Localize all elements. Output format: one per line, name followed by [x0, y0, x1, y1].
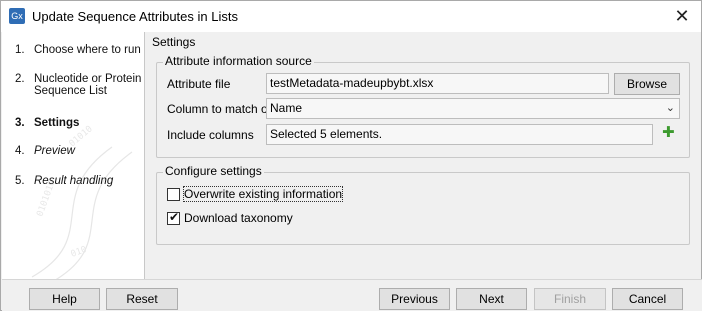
close-icon[interactable]: ✕ — [671, 6, 693, 26]
finish-button: Finish — [534, 288, 606, 310]
settings-panel: Settings Attribute information source At… — [146, 32, 700, 279]
configure-settings-group: Configure settings Overwrite existing in… — [156, 164, 690, 245]
help-button[interactable]: Help — [29, 288, 100, 310]
column-match-select[interactable]: Name ⌄ — [266, 98, 680, 119]
step-settings[interactable]: 3. Settings — [15, 117, 144, 129]
section-label: Settings — [152, 35, 196, 49]
column-match-label: Column to match on — [167, 102, 275, 116]
step-choose-where[interactable]: 1. Choose where to run — [15, 44, 144, 56]
column-match-value: Name — [270, 101, 303, 115]
attribute-file-field[interactable]: testMetadata-madeupbybt.xlsx — [266, 73, 609, 94]
attribute-source-group: Attribute information source Attribute f… — [156, 54, 690, 158]
overwrite-label[interactable]: Overwrite existing information — [182, 186, 344, 202]
window-title: Update Sequence Attributes in Lists — [32, 9, 238, 24]
step-preview[interactable]: 4. Preview — [15, 145, 144, 157]
download-taxonomy-checkbox[interactable]: ✔ — [167, 210, 180, 225]
attribute-file-label: Attribute file — [167, 77, 231, 91]
step-sequence-list[interactable]: 2. Nucleotide or Protein Sequence List — [15, 73, 144, 97]
previous-button[interactable]: Previous — [379, 288, 450, 310]
dna-watermark-icon: 01010 0101010 010 — [31, 124, 133, 279]
wizard-steps-panel: 01010 0101010 010 1. Choose where to run … — [2, 32, 145, 279]
add-icon[interactable]: ✚ — [662, 123, 675, 141]
include-columns-field[interactable]: Selected 5 elements. — [266, 124, 653, 145]
chevron-down-icon: ⌄ — [665, 102, 675, 114]
group-title: Attribute information source — [163, 54, 314, 68]
download-taxonomy-label[interactable]: Download taxonomy — [184, 211, 293, 225]
browse-button[interactable]: Browse — [614, 73, 680, 95]
title-bar: Gx Update Sequence Attributes in Lists ✕ — [1, 1, 701, 32]
button-bar: Help Reset Previous Next Finish Cancel — [2, 279, 702, 311]
step-result-handling[interactable]: 5. Result handling — [15, 175, 144, 187]
dialog-window: Gx Update Sequence Attributes in Lists ✕… — [0, 0, 702, 311]
check-icon: ✔ — [169, 210, 180, 224]
overwrite-checkbox[interactable] — [167, 188, 180, 201]
svg-text:010: 010 — [70, 245, 89, 260]
app-icon: Gx — [9, 8, 25, 24]
next-button[interactable]: Next — [456, 288, 527, 310]
group-title: Configure settings — [163, 164, 264, 178]
cancel-button[interactable]: Cancel — [612, 288, 683, 310]
include-columns-label: Include columns — [167, 128, 254, 142]
reset-button[interactable]: Reset — [106, 288, 178, 310]
